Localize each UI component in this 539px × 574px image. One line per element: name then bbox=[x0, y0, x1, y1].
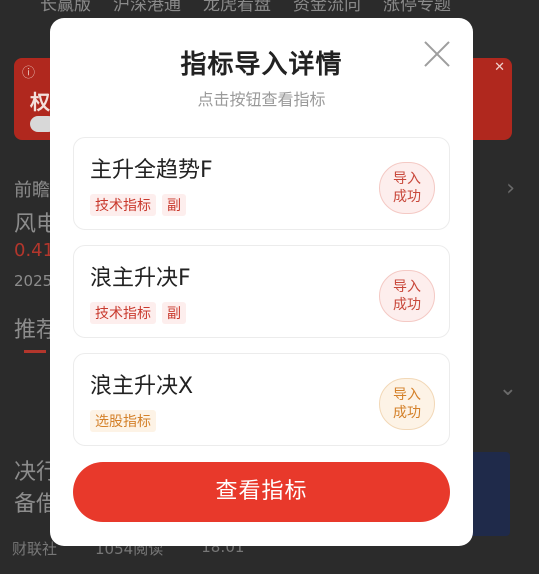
bg-text: 2025 bbox=[14, 272, 53, 290]
indicator-name: 主升全趋势F bbox=[90, 158, 213, 183]
bg-text: 0.41 bbox=[14, 240, 55, 261]
indicator-card: 主升全趋势F 技术指标 副 导入 成功 bbox=[73, 137, 450, 230]
close-icon[interactable] bbox=[423, 40, 451, 68]
banner-badge-icon: ⓘ bbox=[22, 66, 36, 81]
indicator-name: 浪主升决F bbox=[90, 266, 191, 291]
indicator-tags: 选股指标 bbox=[90, 410, 156, 432]
indicator-type-tag: 选股指标 bbox=[90, 410, 156, 432]
indicator-name: 浪主升决X bbox=[90, 374, 194, 399]
indicator-sub-tag: 副 bbox=[162, 194, 186, 216]
indicator-sub-tag: 副 bbox=[162, 302, 186, 324]
chevron-right-icon: › bbox=[506, 176, 515, 201]
bg-meta-source: 财联社 bbox=[12, 540, 58, 558]
indicator-tags: 技术指标 副 bbox=[90, 302, 186, 324]
banner-title: 权 bbox=[30, 90, 50, 114]
indicator-type-tag: 技术指标 bbox=[90, 194, 156, 216]
import-status-badge: 导入 成功 bbox=[379, 378, 435, 430]
bg-nav-item: 龙虎看盘 bbox=[203, 0, 271, 15]
banner-close-icon: ✕ bbox=[494, 60, 505, 75]
view-indicators-button[interactable]: 查看指标 bbox=[73, 462, 450, 522]
modal-subtitle: 点击按钮查看指标 bbox=[197, 90, 326, 109]
import-detail-modal: 指标导入详情 点击按钮查看指标 主升全趋势F 技术指标 副 导入 成功 浪主升决… bbox=[50, 18, 473, 546]
indicator-card: 浪主升决X 选股指标 导入 成功 bbox=[73, 353, 450, 446]
bg-text: 前瞻 bbox=[14, 180, 50, 201]
indicator-card: 浪主升决F 技术指标 副 导入 成功 bbox=[73, 245, 450, 338]
bg-nav-item: 涨停专题 bbox=[383, 0, 451, 15]
bg-tab-indicator bbox=[24, 350, 46, 353]
bg-nav-item: 长赢版 bbox=[40, 0, 91, 15]
bg-nav-item: 资金流向 bbox=[293, 0, 361, 15]
indicator-type-tag: 技术指标 bbox=[90, 302, 156, 324]
modal-title: 指标导入详情 bbox=[180, 50, 343, 80]
background-top-nav: 长赢版 沪深港通 龙虎看盘 资金流向 涨停专题 bbox=[0, 0, 539, 16]
import-status-badge: 导入 成功 bbox=[379, 270, 435, 322]
chevron-down-icon: ⌄ bbox=[498, 376, 517, 401]
bg-nav-item: 沪深港通 bbox=[113, 0, 181, 15]
indicator-tags: 技术指标 副 bbox=[90, 194, 186, 216]
import-status-badge: 导入 成功 bbox=[379, 162, 435, 214]
